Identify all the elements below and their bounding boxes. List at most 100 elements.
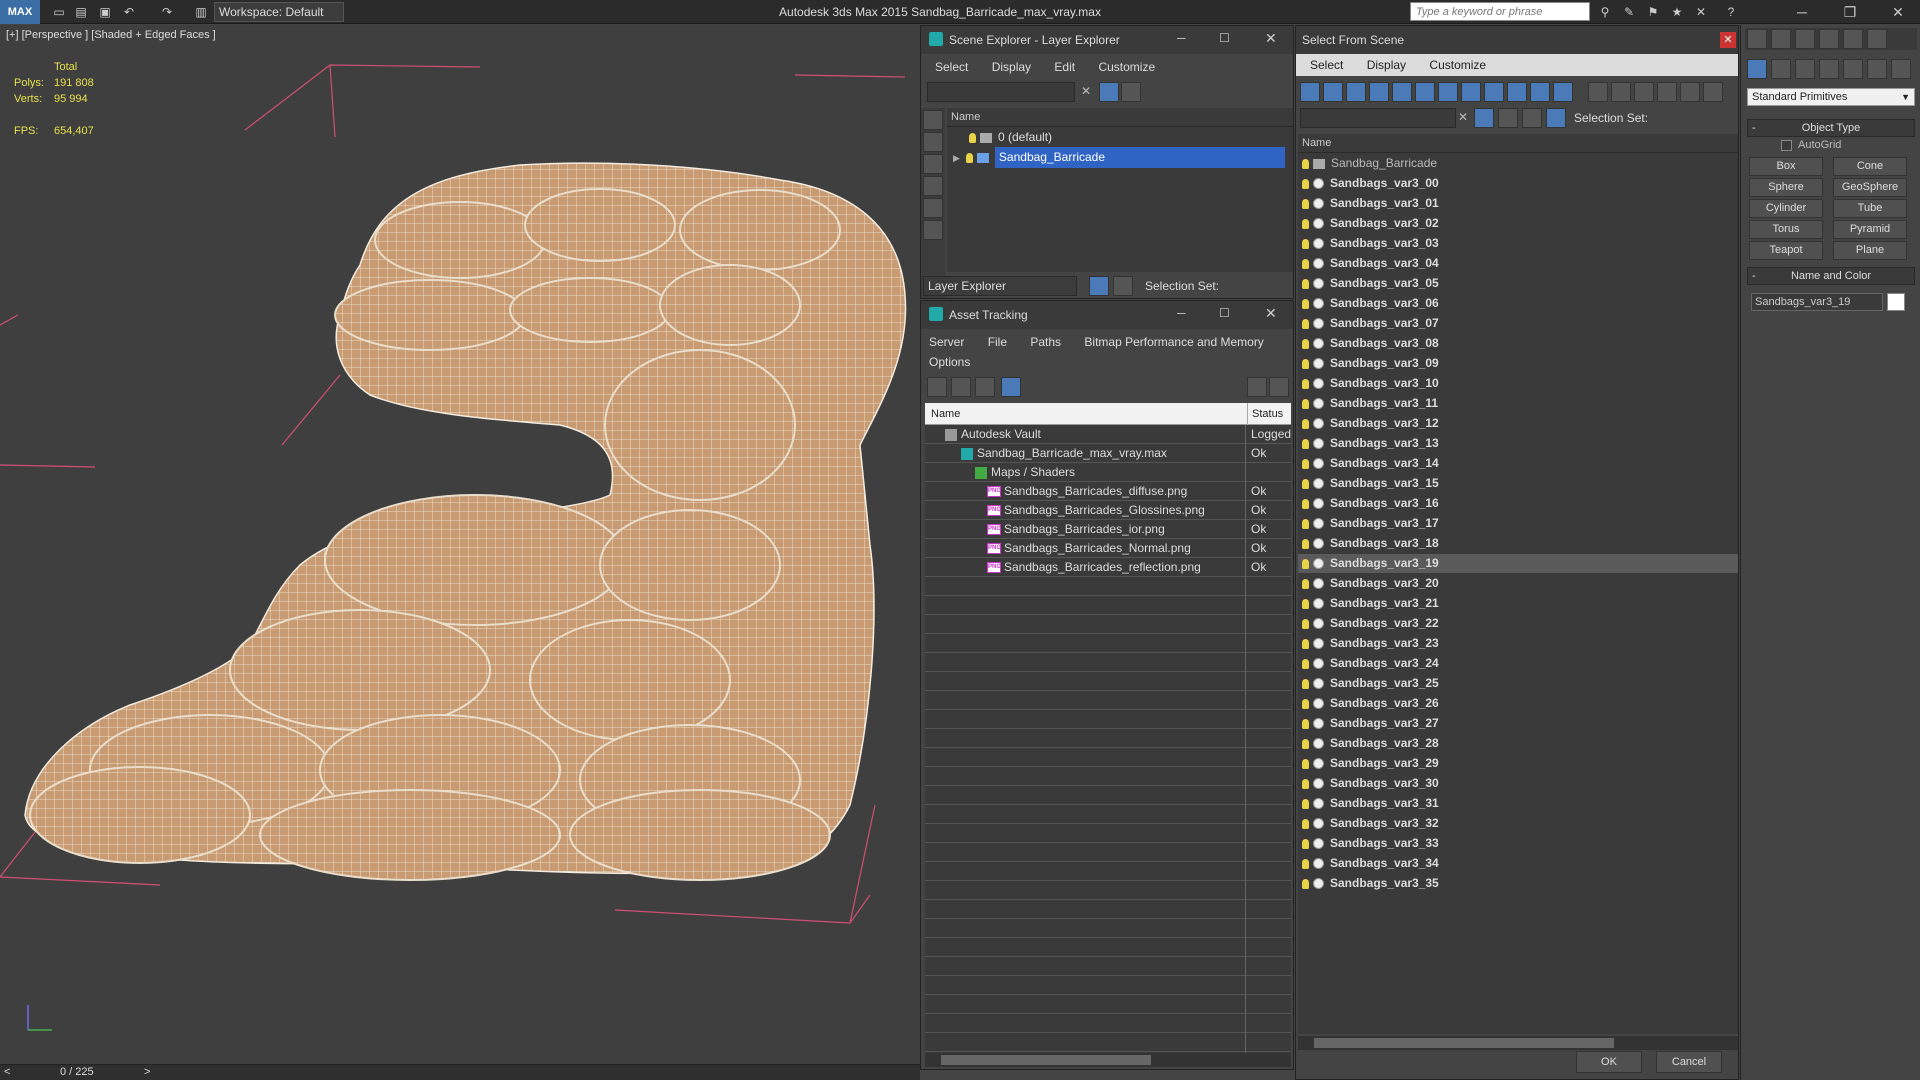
- object-row[interactable]: Sandbags_var3_31: [1298, 794, 1738, 813]
- object-row[interactable]: Sandbags_var3_25: [1298, 674, 1738, 693]
- display-tab-icon[interactable]: [1843, 29, 1863, 49]
- menu-bitmap-performance[interactable]: Bitmap Performance and Memory: [1084, 335, 1263, 349]
- object-type-rollout-header[interactable]: - Object Type: [1747, 119, 1915, 137]
- light-bulb-icon[interactable]: [1302, 578, 1309, 589]
- object-row[interactable]: Sandbags_var3_33: [1298, 834, 1738, 853]
- layer-row-default[interactable]: 0 (default): [947, 128, 1293, 147]
- object-row[interactable]: Sandbags_var3_30: [1298, 774, 1738, 793]
- object-row[interactable]: Sandbags_var3_34: [1298, 854, 1738, 873]
- asset-row[interactable]: Maps / Shaders: [925, 463, 1291, 482]
- object-row[interactable]: Sandbags_var3_21: [1298, 594, 1738, 613]
- menu-display[interactable]: Display: [992, 60, 1031, 74]
- maximize-icon[interactable]: ☐: [1219, 306, 1230, 320]
- menu-display[interactable]: Display: [1367, 58, 1406, 72]
- help-icon[interactable]: ?: [1722, 3, 1740, 21]
- light-bulb-icon[interactable]: [1302, 398, 1309, 409]
- light-bulb-icon[interactable]: [1302, 778, 1309, 789]
- ok-button[interactable]: OK: [1576, 1051, 1642, 1073]
- cancel-button[interactable]: Cancel: [1656, 1051, 1722, 1073]
- light-bulb-icon[interactable]: [1302, 858, 1309, 869]
- display-none-icon[interactable]: [923, 110, 943, 130]
- minimize-icon[interactable]: ─: [1177, 306, 1186, 320]
- menu-file[interactable]: File: [988, 335, 1007, 349]
- minimize-icon[interactable]: ─: [1782, 0, 1822, 24]
- light-bulb-icon[interactable]: [1302, 418, 1309, 429]
- geometry-icon[interactable]: [1747, 59, 1767, 79]
- light-bulb-icon[interactable]: [1302, 258, 1309, 269]
- light-bulb-icon[interactable]: [1302, 198, 1309, 209]
- tube-button[interactable]: Tube: [1833, 199, 1907, 218]
- light-bulb-icon[interactable]: [1302, 518, 1309, 529]
- display-shapes-icon[interactable]: [923, 198, 943, 218]
- list-view-icon[interactable]: [951, 377, 971, 397]
- asset-row[interactable]: PNG Sandbags_Barricades_diffuse.png Ok: [925, 482, 1291, 501]
- timeline-next-button[interactable]: >: [144, 1066, 150, 1078]
- plane-button[interactable]: Plane: [1833, 241, 1907, 260]
- undo-icon[interactable]: ↶: [120, 3, 138, 21]
- light-bulb-icon[interactable]: [1302, 238, 1309, 249]
- tools-icon[interactable]: ✎: [1620, 3, 1638, 21]
- light-bulb-icon[interactable]: [1302, 358, 1309, 369]
- asset-row[interactable]: PNG Sandbags_Barricades_Glossines.png Ok: [925, 501, 1291, 520]
- name-column-header[interactable]: Name: [947, 108, 1293, 127]
- light-bulb-icon[interactable]: [1302, 758, 1309, 769]
- object-row[interactable]: Sandbags_var3_17: [1298, 514, 1738, 533]
- filter-icon[interactable]: [1099, 82, 1119, 102]
- display-bones-icon[interactable]: [1484, 82, 1504, 102]
- display-geometry-icon[interactable]: [923, 176, 943, 196]
- horizontal-scrollbar[interactable]: [925, 1053, 1291, 1067]
- object-row[interactable]: Sandbags_var3_14: [1298, 454, 1738, 473]
- asset-row[interactable]: PNG Sandbags_Barricades_Normal.png Ok: [925, 539, 1291, 558]
- lights-icon[interactable]: [1795, 59, 1815, 79]
- menu-select[interactable]: Select: [1310, 58, 1343, 72]
- light-bulb-icon[interactable]: [1302, 478, 1309, 489]
- asset-row[interactable]: PNG Sandbags_Barricades_reflection.png Ok: [925, 558, 1291, 577]
- redo-icon[interactable]: ↷: [158, 3, 176, 21]
- name-column-header[interactable]: Name: [931, 403, 960, 425]
- clear-search-icon[interactable]: ✕: [1458, 110, 1468, 124]
- layer-mode-icon[interactable]: [1089, 276, 1109, 296]
- close-icon[interactable]: ✕: [1265, 305, 1277, 322]
- menu-options[interactable]: Options: [929, 355, 970, 369]
- refresh-icon[interactable]: [927, 377, 947, 397]
- light-bulb-icon[interactable]: [1302, 718, 1309, 729]
- object-row[interactable]: Sandbags_var3_07: [1298, 314, 1738, 333]
- new-file-icon[interactable]: ▭: [50, 3, 68, 21]
- timeline-prev-button[interactable]: <: [4, 1066, 10, 1078]
- light-bulb-icon[interactable]: [1302, 838, 1309, 849]
- helpers-icon[interactable]: [1843, 59, 1863, 79]
- hierarchy-tab-icon[interactable]: [1795, 29, 1815, 49]
- box-button[interactable]: Box: [1749, 157, 1823, 176]
- light-bulb-icon[interactable]: [965, 152, 973, 163]
- checkbox-box[interactable]: [1781, 139, 1792, 151]
- invert-display-icon[interactable]: [923, 154, 943, 174]
- light-bulb-icon[interactable]: [1302, 498, 1309, 509]
- find-field[interactable]: [1300, 108, 1456, 128]
- torus-button[interactable]: Torus: [1749, 220, 1823, 239]
- display-lights-icon[interactable]: [1346, 82, 1366, 102]
- shapes-icon[interactable]: [1771, 59, 1791, 79]
- search-input[interactable]: Type a keyword or phrase: [1410, 2, 1590, 21]
- help-icon[interactable]: [1247, 377, 1267, 397]
- display-containers-icon[interactable]: [1507, 82, 1527, 102]
- name-column-header[interactable]: Name: [1298, 134, 1738, 153]
- light-bulb-icon[interactable]: [1302, 678, 1309, 689]
- cylinder-button[interactable]: Cylinder: [1749, 199, 1823, 218]
- light-bulb-icon[interactable]: [1302, 558, 1309, 569]
- object-row[interactable]: Sandbags_var3_23: [1298, 634, 1738, 653]
- create-tab-icon[interactable]: [1747, 29, 1767, 49]
- display-space-warps-icon[interactable]: [1415, 82, 1435, 102]
- horizontal-scrollbar[interactable]: [1298, 1036, 1738, 1050]
- light-bulb-icon[interactable]: [1302, 378, 1309, 389]
- light-bulb-icon[interactable]: [1302, 878, 1309, 889]
- display-lights-icon[interactable]: [923, 220, 943, 240]
- display-hidden-icon[interactable]: [1553, 82, 1573, 102]
- primitive-type-dropdown[interactable]: Standard Primitives ▼: [1747, 88, 1915, 106]
- object-row[interactable]: Sandbags_var3_13: [1298, 434, 1738, 453]
- light-bulb-icon[interactable]: [1302, 218, 1309, 229]
- workspace-dropdown[interactable]: Workspace: Default: [214, 2, 344, 22]
- thumbnail-view-icon[interactable]: [975, 377, 995, 397]
- object-row[interactable]: Sandbags_var3_15: [1298, 474, 1738, 493]
- layer-search-field[interactable]: [927, 82, 1075, 102]
- hierarchy-icon[interactable]: [1546, 108, 1566, 128]
